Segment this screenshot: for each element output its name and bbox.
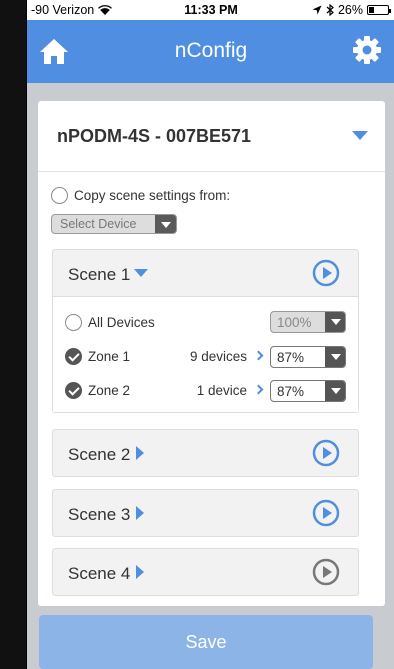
zone-2-device-count[interactable]: 1 device: [197, 383, 247, 398]
scene-4-label: Scene 4: [68, 564, 145, 584]
zone-2-level: 87%: [277, 384, 305, 399]
scene-2-panel[interactable]: Scene 2: [52, 429, 359, 477]
phone-screen: -90 Verizon 11:33 PM 26% nConfig nPODM-4…: [26, 0, 394, 669]
zone-1-checkbox[interactable]: [65, 347, 82, 365]
dropdown-arrow-icon[interactable]: [325, 347, 345, 367]
dropdown-arrow-icon[interactable]: [325, 381, 345, 401]
gear-icon[interactable]: [352, 35, 382, 65]
zone-2-level-select[interactable]: 87%: [270, 380, 346, 402]
all-devices-level: 100%: [277, 315, 312, 330]
scene-1-body: All Devices 100% Zone 1 9 devices 87% Zo…: [53, 296, 358, 412]
config-card: nPODM-4S - 007BE571 Copy scene settings …: [38, 101, 385, 606]
caret-down-icon[interactable]: [352, 131, 368, 140]
bluetooth-icon: [326, 4, 334, 16]
play-icon[interactable]: [312, 499, 340, 527]
scene-3-header[interactable]: Scene 3: [53, 490, 358, 536]
all-devices-label: All Devices: [88, 314, 155, 330]
zone-1-label: Zone 1: [88, 348, 131, 364]
device-selector[interactable]: nPODM-4S - 007BE571: [38, 101, 385, 172]
play-icon[interactable]: [312, 259, 340, 287]
app-title: nConfig: [174, 39, 248, 62]
expand-right-icon: [136, 446, 145, 460]
select-device-text: Select Device: [60, 217, 137, 231]
scene-2-header[interactable]: Scene 2: [53, 430, 358, 476]
scene-3-label: Scene 3: [68, 505, 145, 525]
all-devices-row: All Devices 100%: [65, 310, 346, 334]
scene-1-label: Scene 1: [68, 265, 149, 285]
copy-scene-row: Copy scene settings from:: [51, 187, 230, 204]
all-devices-level-select[interactable]: 100%: [270, 311, 346, 333]
dropdown-arrow-icon[interactable]: [325, 312, 345, 332]
expand-down-icon: [134, 269, 149, 277]
dropdown-arrow-icon[interactable]: [155, 215, 176, 233]
select-device-dropdown[interactable]: Select Device: [51, 214, 177, 234]
battery-icon: [367, 5, 391, 15]
device-name: nPODM-4S - 007BE571: [57, 126, 252, 146]
play-icon[interactable]: [312, 439, 340, 467]
zone-1-level-select[interactable]: 87%: [270, 346, 346, 368]
scene-4-header[interactable]: Scene 4: [53, 549, 358, 595]
all-devices-checkbox[interactable]: [65, 313, 82, 331]
zone-2-row: Zone 2 1 device 87%: [65, 378, 346, 402]
zone-1-level: 87%: [277, 350, 305, 365]
zone-1-row: Zone 1 9 devices 87%: [65, 344, 346, 368]
battery-percent: 26%: [337, 3, 363, 17]
zone-1-device-count[interactable]: 9 devices: [190, 349, 247, 364]
copy-scene-checkbox[interactable]: [51, 187, 68, 204]
status-bar: -90 Verizon 11:33 PM 26%: [27, 0, 394, 20]
battery-level-fill: [369, 7, 374, 13]
zone-2-label: Zone 2: [88, 382, 131, 398]
scene-2-label: Scene 2: [68, 445, 145, 465]
expand-right-icon: [136, 506, 145, 520]
play-icon[interactable]: [312, 558, 340, 586]
chevron-right-icon[interactable]: [253, 350, 264, 361]
location-icon: [312, 5, 322, 15]
zone-2-checkbox[interactable]: [65, 381, 82, 399]
chevron-right-icon[interactable]: [253, 384, 264, 395]
scene-1-header[interactable]: Scene 1: [53, 250, 358, 296]
scene-3-panel[interactable]: Scene 3: [52, 489, 359, 537]
copy-scene-label: Copy scene settings from:: [74, 188, 231, 203]
save-button[interactable]: Save: [39, 615, 373, 669]
scene-4-panel[interactable]: Scene 4: [52, 548, 359, 596]
expand-right-icon: [136, 565, 145, 579]
scene-1-panel: Scene 1 All Devices 100% Zone 1 9 device…: [52, 249, 359, 413]
nav-bar: nConfig: [27, 20, 394, 83]
